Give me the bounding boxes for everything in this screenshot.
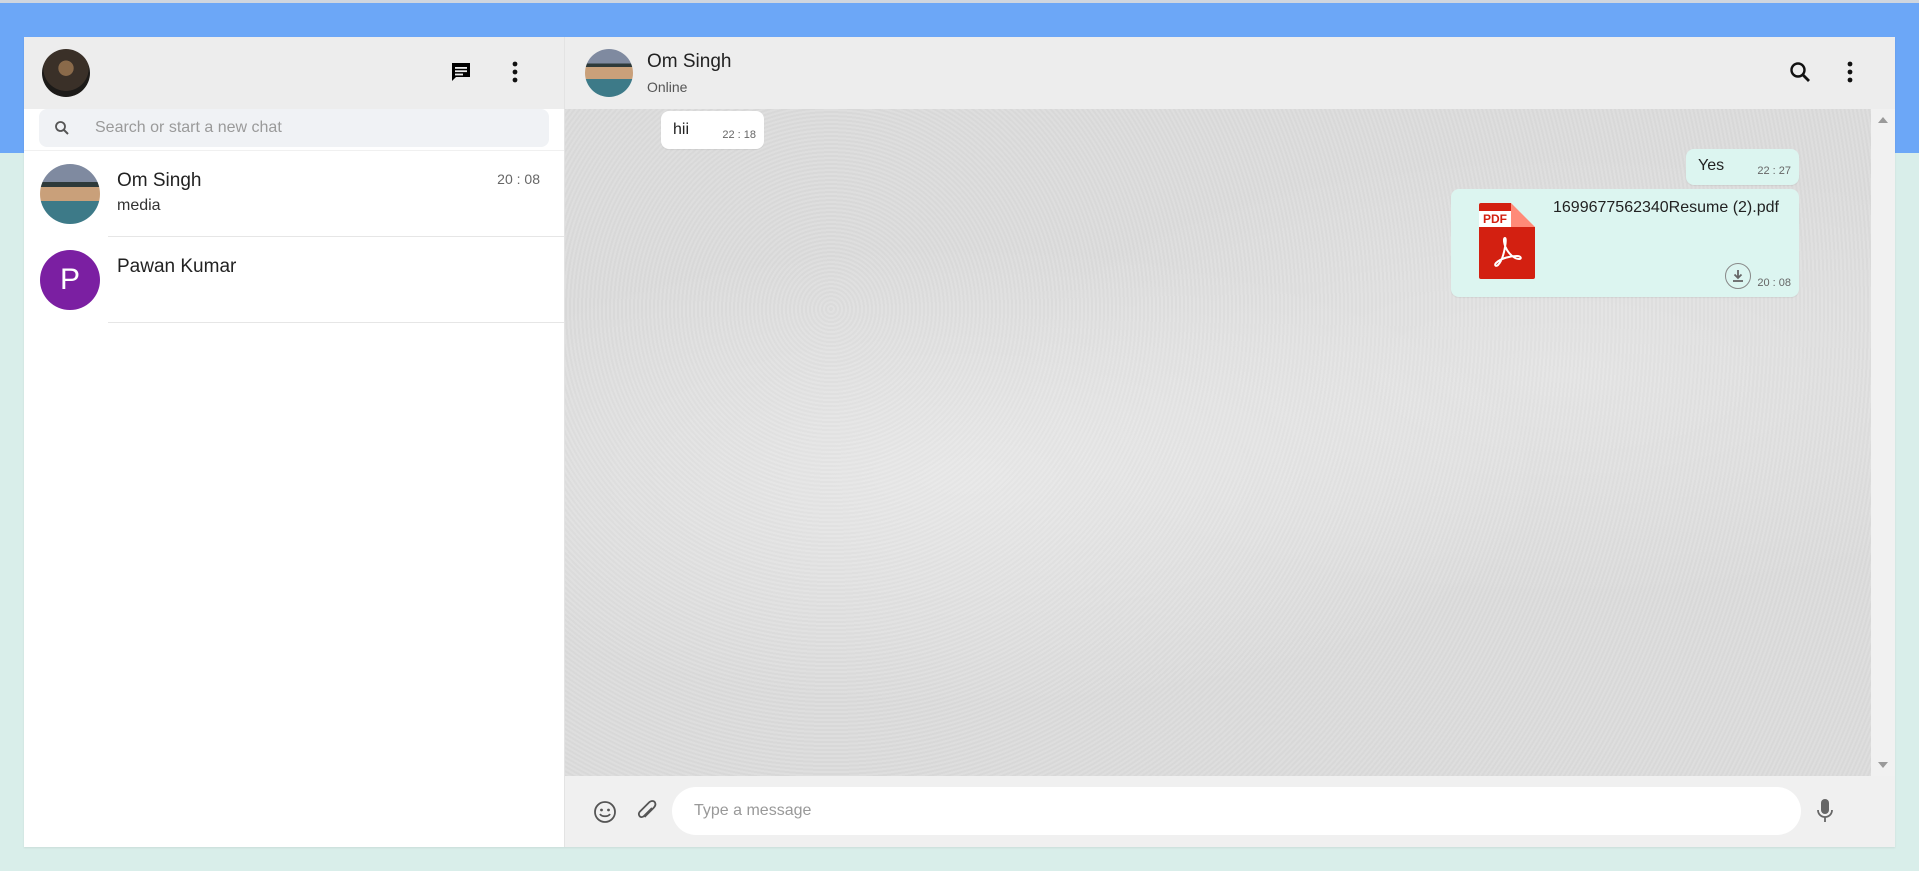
download-button[interactable] <box>1725 263 1751 289</box>
emoji-button[interactable] <box>591 798 619 826</box>
message-input-box[interactable] <box>672 787 1801 835</box>
message-time: 22 : 18 <box>722 129 756 141</box>
emoji-icon <box>594 800 616 823</box>
download-icon <box>1733 270 1743 282</box>
message-list[interactable]: hii 22 : 18 Yes 22 : 27 PDF 169967756234… <box>565 109 1895 776</box>
chat-list-item-pawan-kumar[interactable]: P Pawan Kumar <box>24 237 564 323</box>
mic-button[interactable] <box>1811 797 1839 825</box>
composer <box>565 776 1895 847</box>
search-icon <box>1790 62 1810 82</box>
attach-icon <box>637 799 657 818</box>
acrobat-logo-icon <box>1494 236 1522 267</box>
search-input[interactable] <box>95 118 475 137</box>
sidebar: Om Singh media 20 : 08 P Pawan Kumar <box>24 37 565 847</box>
contact-avatar[interactable] <box>585 49 633 97</box>
attach-button[interactable] <box>633 798 661 826</box>
menu-dots-icon <box>1847 61 1853 83</box>
contact-status: Online <box>647 79 688 95</box>
pdf-badge: PDF <box>1479 211 1511 227</box>
conversation-actions <box>1785 57 1865 87</box>
chat-last-message: media <box>117 197 161 214</box>
conversation-menu-button[interactable] <box>1835 57 1865 87</box>
avatar: P <box>40 250 100 310</box>
search-bar <box>24 108 564 151</box>
sidebar-header <box>24 37 564 109</box>
new-chat-icon <box>452 63 470 81</box>
chat-name: Pawan Kumar <box>117 256 237 277</box>
divider <box>108 322 564 323</box>
search-box[interactable] <box>39 108 549 147</box>
new-chat-button[interactable] <box>446 57 476 87</box>
contact-info[interactable]: Om Singh Online <box>647 51 731 95</box>
message-time: 22 : 27 <box>1757 165 1791 177</box>
message-text: hii <box>673 121 690 138</box>
chat-meta: Pawan Kumar <box>117 237 564 323</box>
mic-icon <box>1817 799 1833 822</box>
file-name: 1699677562340Resume (2).pdf <box>1553 199 1779 216</box>
message-text: Yes <box>1698 157 1725 174</box>
menu-dots-icon <box>512 61 518 83</box>
chat-list-item-om-singh[interactable]: Om Singh media 20 : 08 <box>24 151 564 237</box>
sidebar-menu-button[interactable] <box>500 57 530 87</box>
outgoing-file-message[interactable]: PDF 1699677562340Resume (2).pdf 20 : 08 <box>1451 189 1799 297</box>
chat-name: Om Singh <box>117 170 202 191</box>
search-icon <box>55 120 69 135</box>
contact-name: Om Singh <box>647 51 732 72</box>
scroll-up-arrow[interactable] <box>1878 117 1888 123</box>
conversation-pane: Om Singh Online hii 22 : 18 Yes 22 : 27 <box>565 37 1895 847</box>
pdf-corner <box>1511 203 1535 227</box>
scroll-down-arrow[interactable] <box>1878 762 1888 768</box>
message-time: 20 : 08 <box>1757 277 1791 289</box>
outgoing-message[interactable]: Yes 22 : 27 <box>1686 149 1799 185</box>
chat-meta: Om Singh media 20 : 08 <box>117 151 564 237</box>
search-messages-button[interactable] <box>1785 57 1815 87</box>
sidebar-actions <box>446 57 530 87</box>
avatar <box>40 164 100 224</box>
chat-time: 20 : 08 <box>497 171 540 187</box>
message-scrollbar[interactable] <box>1871 109 1895 776</box>
conversation-header: Om Singh Online <box>565 37 1895 109</box>
app-window: Om Singh media 20 : 08 P Pawan Kumar Om … <box>24 37 1895 847</box>
pdf-icon: PDF <box>1479 203 1535 279</box>
message-input[interactable] <box>694 802 1801 820</box>
incoming-message[interactable]: hii 22 : 18 <box>661 111 764 149</box>
my-avatar[interactable] <box>42 49 90 97</box>
